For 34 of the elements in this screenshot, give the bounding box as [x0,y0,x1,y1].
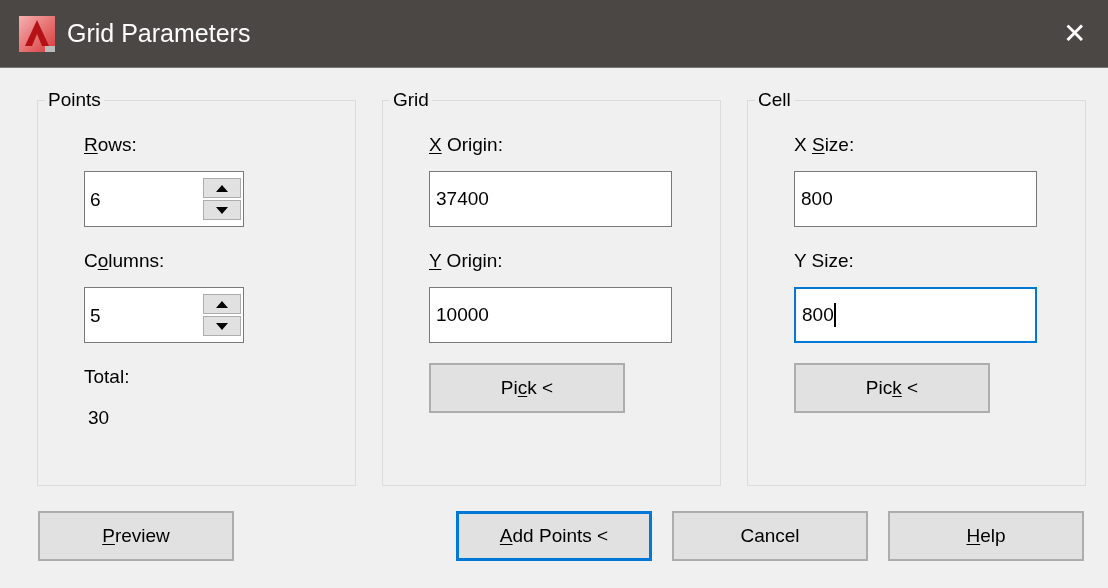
dialog-button[interactable]: Add Points < [456,511,652,561]
dialog-button[interactable]: Preview [38,511,234,561]
down-arrow-icon [216,206,228,214]
field-label: Y Origin: [429,249,504,273]
field-label: X Size: [794,133,856,157]
total-value: 30 [88,405,111,430]
input-field[interactable]: 37400 [429,171,672,227]
total-label: Total: [84,365,131,389]
spin-box[interactable]: 6 [84,171,244,227]
app-logo-icon [19,15,55,52]
spin-box[interactable]: 5 [84,287,244,343]
field-label: X Origin: [429,133,504,157]
close-button[interactable]: ✕ [1063,19,1086,48]
pick-button[interactable]: Pick < [429,363,625,413]
spin-value: 6 [89,188,102,212]
field-label: Y Size: [794,249,855,273]
spin-up-button[interactable] [203,294,241,314]
input-field[interactable]: 800 [794,287,1037,343]
input-field[interactable]: 10000 [429,287,672,343]
spin-up-button[interactable] [203,178,241,198]
spin-down-button[interactable] [203,316,241,336]
up-arrow-icon [216,300,228,308]
pick-button[interactable]: Pick < [794,363,990,413]
input-field[interactable]: 800 [794,171,1037,227]
window-title: Grid Parameters [67,17,251,49]
dialog-button[interactable]: Help [888,511,1084,561]
spin-value: 5 [89,304,102,328]
field-label: Rows: [84,133,138,157]
dialog-button[interactable]: Cancel [672,511,868,561]
field-label: Columns: [84,249,166,273]
up-arrow-icon [216,184,228,192]
text-caret [833,303,836,327]
spin-down-button[interactable] [203,200,241,220]
down-arrow-icon [216,322,228,330]
